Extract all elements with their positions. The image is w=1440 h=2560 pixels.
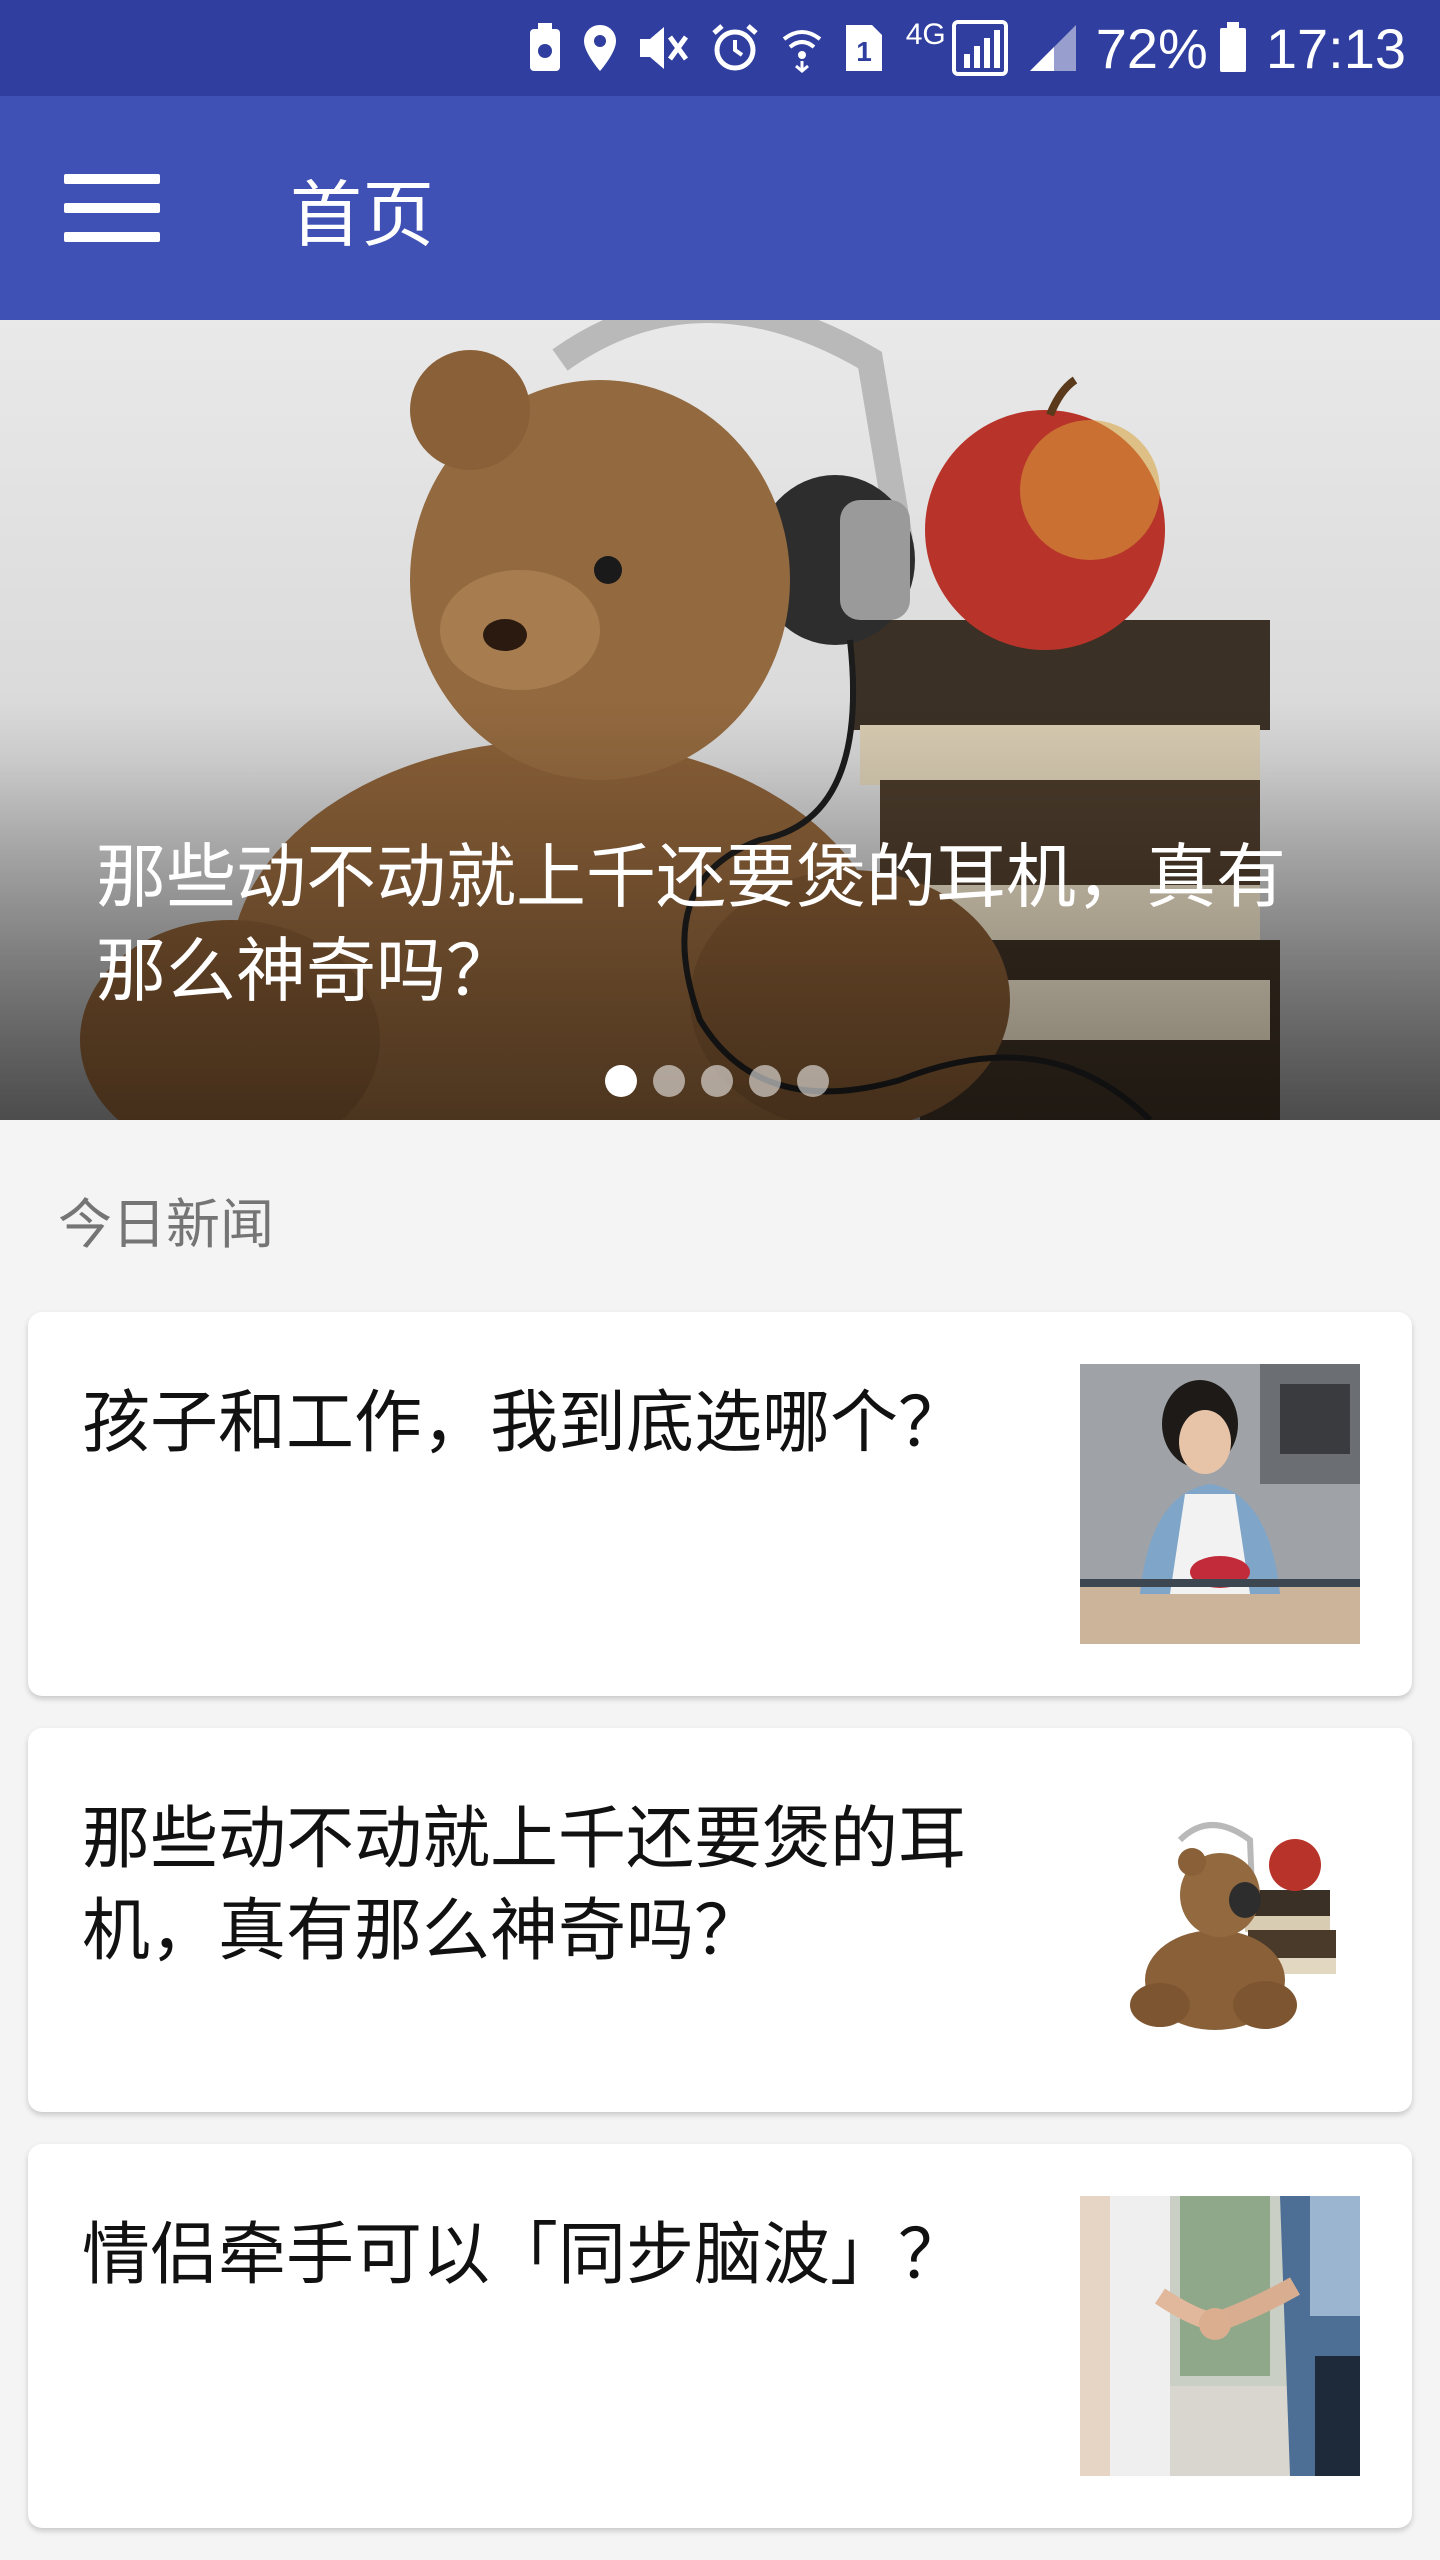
carousel-indicator (605, 1065, 829, 1097)
banner-carousel[interactable]: 那些动不动就上千还要煲的耳机，真有那么神奇吗？ (0, 320, 1440, 1120)
page-title: 首页 (290, 173, 435, 257)
teddy-bear-headphones-image (1080, 1780, 1360, 2060)
banner-title[interactable]: 那些动不动就上千还要煲的耳机，真有那么神奇吗？ (96, 830, 1346, 1018)
news-card[interactable]: 那些动不动就上千还要煲的耳机，真有那么神奇吗？ (28, 1728, 1412, 2112)
section-header: 今日新闻 (58, 1193, 274, 1256)
woman-painting-image (1080, 1364, 1360, 1644)
mute-icon (638, 23, 690, 73)
news-card[interactable]: 情侣牵手可以「同步脑波」？ (28, 2144, 1412, 2528)
couple-holding-hands-image (1080, 2196, 1360, 2476)
wifi-icon (780, 23, 824, 73)
svg-text:1: 1 (856, 36, 872, 67)
carousel-dot[interactable] (797, 1065, 829, 1097)
hamburger-menu-icon[interactable] (64, 174, 160, 242)
news-title: 那些动不动就上千还要煲的耳机，真有那么神奇吗？ (82, 1800, 967, 1971)
status-bar: 1 4G 72% 17:13 (0, 0, 1440, 96)
location-icon (582, 23, 618, 73)
app-bar: 首页 (0, 96, 1440, 320)
carousel-dot[interactable] (701, 1065, 733, 1097)
carousel-dot[interactable] (605, 1065, 637, 1097)
clock: 17:13 (1265, 16, 1406, 80)
network-type: 4G (905, 18, 946, 51)
news-title: 孩子和工作，我到底选哪个？ (82, 1384, 967, 1463)
carousel-dot[interactable] (653, 1065, 685, 1097)
news-card[interactable]: 孩子和工作，我到底选哪个？ (28, 1312, 1412, 1696)
carousel-dot[interactable] (749, 1065, 781, 1097)
news-title: 情侣牵手可以「同步脑波」？ (82, 2216, 967, 2295)
signal2-icon (1028, 23, 1078, 73)
alarm-icon (710, 23, 760, 73)
battery-percent: 72% (1095, 16, 1208, 80)
sim-icon: 1 (844, 23, 884, 73)
signal-icon (951, 20, 1008, 76)
battery-icon (1218, 22, 1248, 74)
storage-icon (528, 23, 562, 73)
